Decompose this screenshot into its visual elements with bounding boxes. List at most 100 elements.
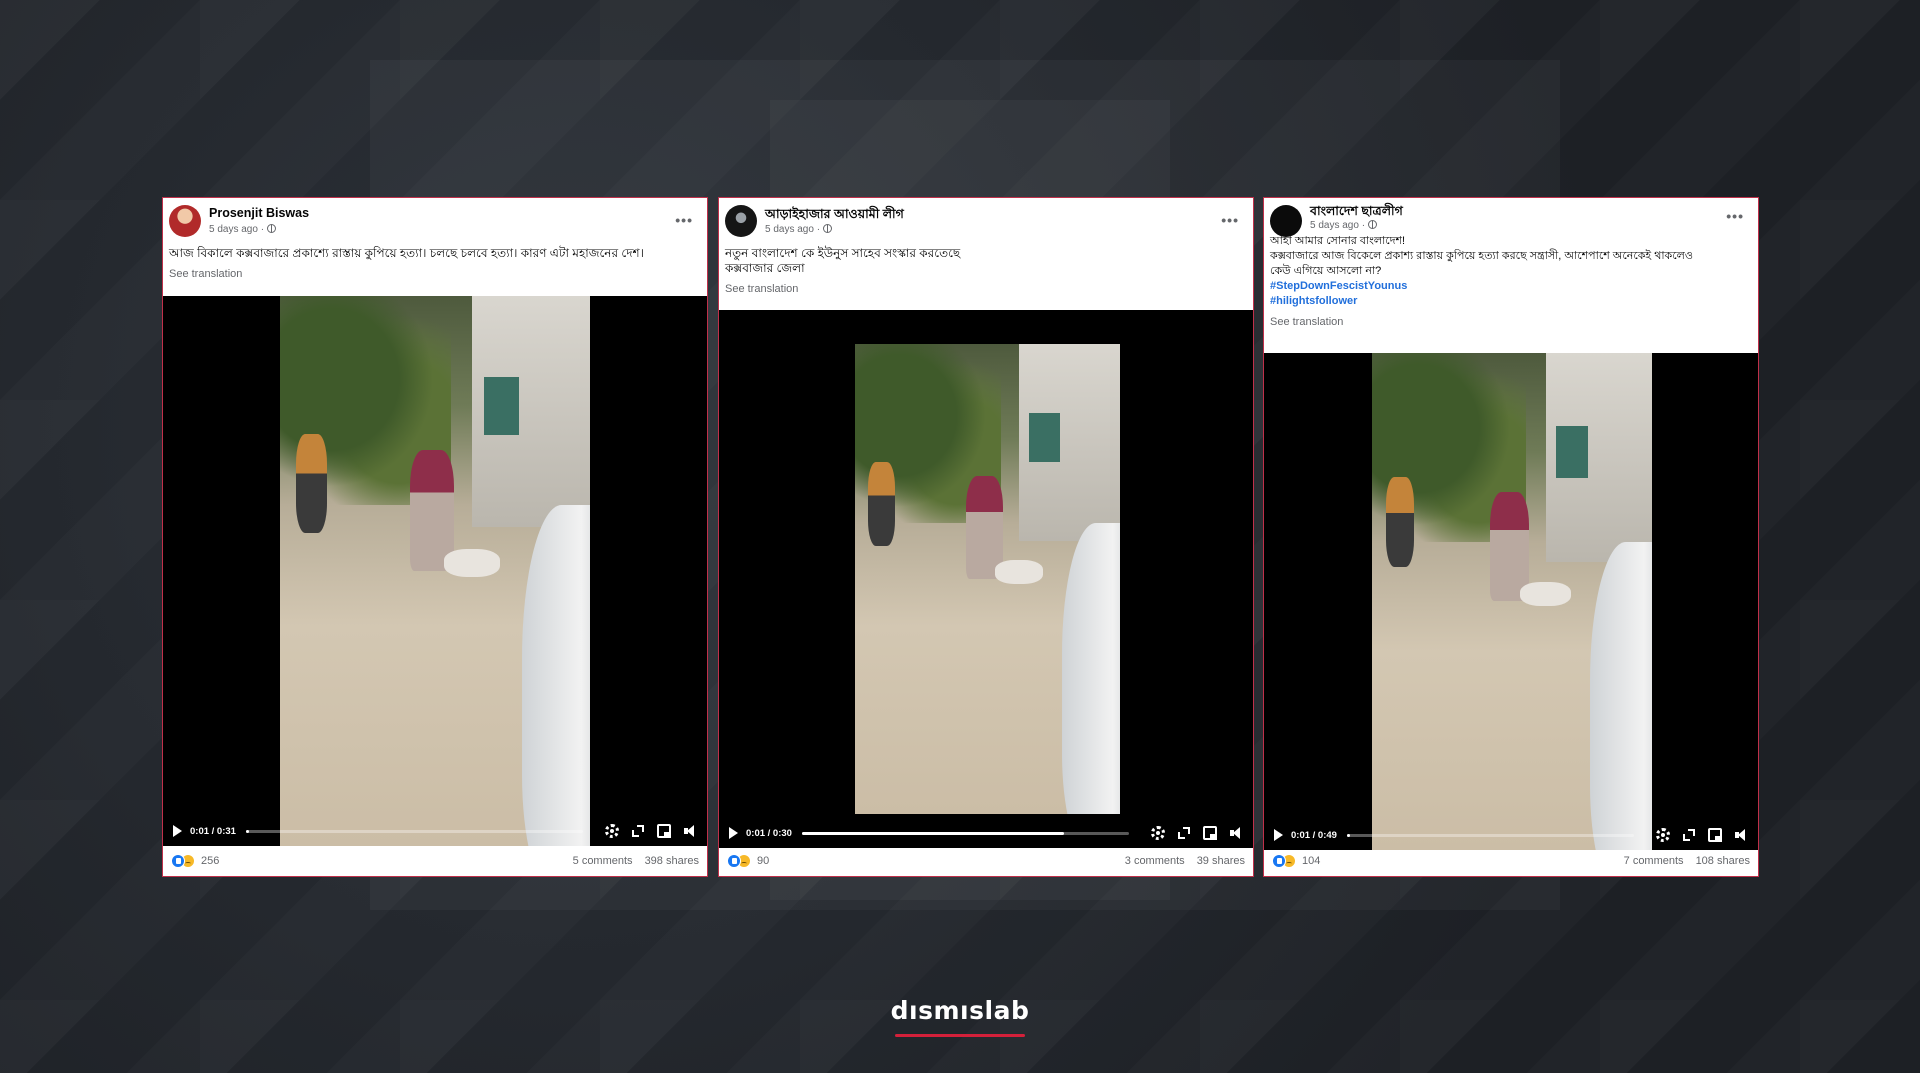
video-progress-fill <box>245 829 250 833</box>
globe-icon <box>823 224 833 233</box>
picture-in-picture-icon[interactable] <box>657 824 671 838</box>
reactions[interactable]: 104 <box>1272 854 1320 868</box>
video-scene-cyclist <box>1386 477 1414 567</box>
video-scene-house <box>1545 353 1652 562</box>
brand-logo: dısmıslab <box>890 996 1030 1025</box>
post-text: আহা আমার সোনার বাংলাদেশ! কক্সবাজারে আজ ব… <box>1264 234 1758 330</box>
post-text-line: আহা আমার সোনার বাংলাদেশ! <box>1270 235 1406 247</box>
hashtag-link[interactable]: #StepDownFescistYounus <box>1270 279 1752 294</box>
more-options-icon[interactable]: ••• <box>1221 212 1239 228</box>
post-meta: 5 days ago · <box>1310 220 1378 231</box>
post-time[interactable]: 5 days ago · <box>209 224 264 235</box>
video-scene-car <box>1061 522 1120 814</box>
engagement-stats: 5 comments 398 shares <box>573 855 699 867</box>
globe-icon <box>267 224 277 233</box>
more-options-icon[interactable]: ••• <box>675 212 693 228</box>
post-time[interactable]: 5 days ago · <box>1310 220 1365 231</box>
volume-icon[interactable] <box>1734 828 1748 842</box>
volume-icon[interactable] <box>1229 826 1243 840</box>
video-frame <box>1372 353 1652 850</box>
video-time: 0:01 / 0:31 <box>190 825 236 837</box>
video-player[interactable]: 0:01 / 0:31 <box>163 296 707 846</box>
video-player[interactable]: 0:01 / 0:49 <box>1264 353 1758 850</box>
author-name[interactable]: Prosenjit Biswas <box>209 206 309 220</box>
more-options-icon[interactable]: ••• <box>1726 208 1744 224</box>
fullscreen-icon[interactable] <box>1177 826 1191 840</box>
video-frame <box>855 344 1120 814</box>
reactions[interactable]: 256 <box>171 854 219 868</box>
picture-in-picture-icon[interactable] <box>1708 828 1722 842</box>
facebook-post-1: Prosenjit Biswas 5 days ago · ••• আজ বিক… <box>162 197 708 877</box>
post-header: Prosenjit Biswas 5 days ago · ••• <box>163 198 707 246</box>
video-scene-car <box>521 505 590 846</box>
engagement-stats: 3 comments 39 shares <box>1125 855 1245 867</box>
video-scene-house <box>1019 344 1120 542</box>
shares-count[interactable]: 398 shares <box>645 855 699 867</box>
post-text-line: কেউ এগিয়ে আসলো না? <box>1270 265 1382 277</box>
see-translation-link[interactable]: See translation <box>1270 315 1752 330</box>
reaction-count: 256 <box>201 855 220 867</box>
post-footer: 104 7 comments 108 shares <box>1264 846 1758 876</box>
comments-count[interactable]: 3 comments <box>1125 855 1185 867</box>
brand-underline <box>895 1034 1025 1037</box>
video-progress-bar[interactable] <box>245 829 583 833</box>
video-player[interactable]: 0:01 / 0:30 <box>719 310 1253 848</box>
shares-count[interactable]: 108 shares <box>1696 855 1750 867</box>
video-frame <box>280 296 590 846</box>
video-scene-victim <box>444 549 501 577</box>
like-reaction-icon <box>727 854 741 868</box>
video-progress-bar[interactable] <box>801 831 1129 835</box>
post-time[interactable]: 5 days ago · <box>765 224 820 235</box>
settings-gear-icon[interactable] <box>605 824 619 838</box>
avatar[interactable] <box>725 205 757 237</box>
reaction-count: 104 <box>1302 855 1321 867</box>
video-controls: 0:01 / 0:31 <box>163 816 707 846</box>
settings-gear-icon[interactable] <box>1151 826 1165 840</box>
video-controls: 0:01 / 0:30 <box>719 818 1253 848</box>
post-text-line: আজ বিকালে কক্সবাজারে প্রকাশ্যে রাস্তায় … <box>169 246 644 260</box>
avatar[interactable] <box>169 205 201 237</box>
picture-in-picture-icon[interactable] <box>1203 826 1217 840</box>
globe-icon <box>1368 220 1378 229</box>
post-text: নতুন বাংলাদেশ কে ইউনুস সাহেব সংস্কার করত… <box>719 246 1253 297</box>
play-icon[interactable] <box>173 825 182 837</box>
shares-count[interactable]: 39 shares <box>1197 855 1245 867</box>
author-name[interactable]: আড়াইহাজার আওয়ামী লীগ <box>765 206 904 226</box>
video-scene-cyclist <box>868 461 895 547</box>
see-translation-link[interactable]: See translation <box>725 282 1247 297</box>
video-scene-victim <box>995 560 1044 584</box>
video-progress-fill <box>1346 833 1350 837</box>
video-progress-fill <box>801 831 1064 835</box>
post-meta: 5 days ago · <box>209 224 277 235</box>
engagement-stats: 7 comments 108 shares <box>1624 855 1750 867</box>
like-reaction-icon <box>171 854 185 868</box>
like-reaction-icon <box>1272 854 1286 868</box>
video-time: 0:01 / 0:30 <box>746 827 792 839</box>
post-footer: 256 5 comments 398 shares <box>163 846 707 876</box>
volume-icon[interactable] <box>683 824 697 838</box>
video-time: 0:01 / 0:49 <box>1291 829 1337 841</box>
video-progress-bar[interactable] <box>1346 833 1634 837</box>
avatar[interactable] <box>1270 205 1302 237</box>
post-meta: 5 days ago · <box>765 224 833 235</box>
see-translation-link[interactable]: See translation <box>169 267 701 282</box>
video-scene-victim <box>1520 581 1571 607</box>
play-icon[interactable] <box>729 827 738 839</box>
post-footer: 90 3 comments 39 shares <box>719 846 1253 876</box>
fullscreen-icon[interactable] <box>1682 828 1696 842</box>
comments-count[interactable]: 7 comments <box>1624 855 1684 867</box>
play-icon[interactable] <box>1274 829 1283 841</box>
settings-gear-icon[interactable] <box>1656 828 1670 842</box>
hashtag-link[interactable]: #hilightsfollower <box>1270 294 1752 309</box>
comments-count[interactable]: 5 comments <box>573 855 633 867</box>
post-header: আড়াইহাজার আওয়ামী লীগ 5 days ago · ••• <box>719 198 1253 246</box>
facebook-post-3: বাংলাদেশ ছাত্রলীগ 5 days ago · ••• আহা আ… <box>1263 197 1759 877</box>
post-text-line: কক্সবাজার জেলা <box>725 261 805 275</box>
post-text-line: নতুন বাংলাদেশ কে ইউনুস সাহেব সংস্কার করত… <box>725 246 961 260</box>
reactions[interactable]: 90 <box>727 854 769 868</box>
fullscreen-icon[interactable] <box>631 824 645 838</box>
video-scene-house <box>472 296 590 527</box>
video-scene-cyclist <box>295 433 327 533</box>
post-header: বাংলাদেশ ছাত্রলীগ 5 days ago · ••• <box>1264 198 1758 237</box>
post-text: আজ বিকালে কক্সবাজারে প্রকাশ্যে রাস্তায় … <box>163 246 707 282</box>
